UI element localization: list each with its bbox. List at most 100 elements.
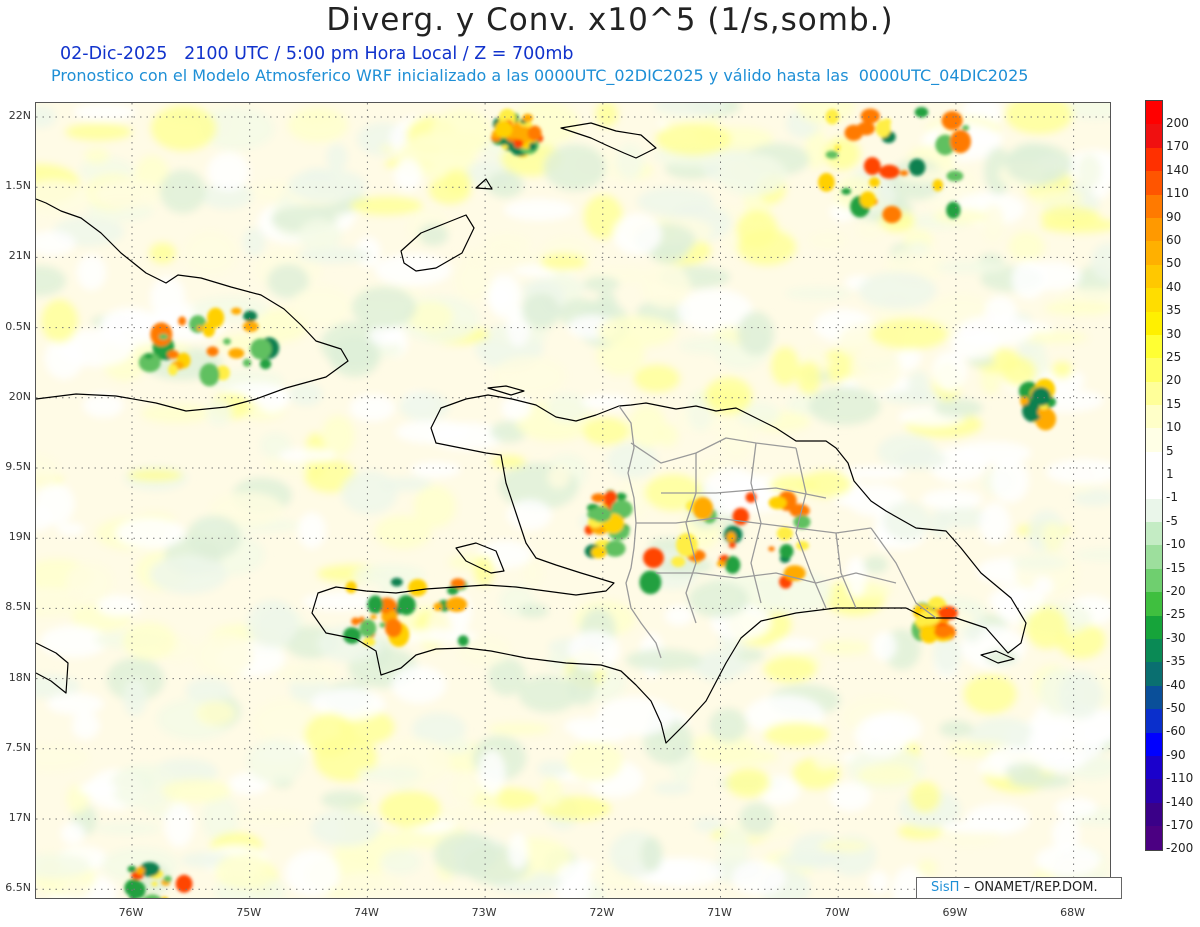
convergence-cell xyxy=(914,107,929,118)
longitude-tick-label: 69W xyxy=(942,906,968,919)
convergence-cell xyxy=(250,338,272,360)
latitude-tick-label: 20N xyxy=(8,389,31,403)
convergence-cell xyxy=(259,358,272,370)
field-patch xyxy=(84,147,110,164)
convergence-cell xyxy=(946,170,964,182)
field-patch xyxy=(207,151,250,192)
convergence-cell xyxy=(768,546,775,552)
field-patch xyxy=(883,501,930,541)
field-patch xyxy=(326,143,348,171)
field-patch xyxy=(641,263,691,309)
colorbar-label: 35 xyxy=(1166,303,1182,318)
convergence-cell xyxy=(732,507,750,526)
field-patch xyxy=(368,326,402,346)
colorbar-swatch xyxy=(1146,545,1162,569)
colorbar-label: 60 xyxy=(1166,233,1182,247)
convergence-cell xyxy=(591,493,607,503)
field-patch xyxy=(763,722,830,747)
field-patch xyxy=(1030,188,1083,207)
field-patch xyxy=(813,753,837,770)
colorbar-swatch xyxy=(1146,428,1162,452)
colorbar-label: -60 xyxy=(1166,724,1186,739)
field-patch xyxy=(194,633,253,678)
field-patch xyxy=(566,740,623,782)
longitude-tick-label: 75W xyxy=(236,906,262,919)
convergence-cell xyxy=(779,544,794,559)
convergence-cell xyxy=(946,201,961,219)
convergence-cell xyxy=(387,610,398,619)
convergence-cell xyxy=(127,865,137,873)
field-patch xyxy=(1051,361,1073,379)
field-patch xyxy=(1074,548,1110,562)
colorbar-swatch xyxy=(1146,334,1162,359)
convergence-cell xyxy=(494,120,513,138)
latitude-tick-label: 0.5N xyxy=(5,319,31,333)
convergence-cell xyxy=(825,109,840,125)
field-patch xyxy=(350,196,423,216)
convergence-cell xyxy=(882,205,902,224)
colorbar-swatch xyxy=(1146,171,1162,195)
latitude-tick-label: 19N xyxy=(8,530,31,544)
field-patch xyxy=(797,361,821,395)
field-patch xyxy=(935,260,1006,274)
colorbar-swatch xyxy=(1146,685,1162,710)
convergence-cell xyxy=(196,325,203,331)
convergence-cell xyxy=(433,602,443,611)
convergence-cell xyxy=(860,108,880,124)
field-patch xyxy=(115,517,185,549)
convergence-cell xyxy=(692,497,714,520)
field-patch xyxy=(450,771,480,804)
field-patch xyxy=(597,315,676,348)
field-patch xyxy=(1004,103,1073,135)
field-patch xyxy=(122,622,177,660)
field-patch xyxy=(297,247,371,264)
convergence-cell xyxy=(859,191,876,208)
convergence-cell xyxy=(168,364,178,376)
colorbar-swatch xyxy=(1146,709,1162,733)
field-patch xyxy=(717,827,750,864)
field-patch xyxy=(858,271,937,310)
field-patch xyxy=(872,631,897,661)
field-patch xyxy=(41,299,78,344)
colorbar-swatch xyxy=(1146,826,1162,850)
convergence-cell xyxy=(604,490,617,504)
colorbar-label: -35 xyxy=(1166,654,1186,669)
latitude-tick-label: 8.5N xyxy=(5,600,31,614)
convergence-cell xyxy=(345,581,357,594)
colorbar-swatch xyxy=(1146,147,1162,172)
convergence-cell xyxy=(161,896,168,898)
colorbar xyxy=(1145,100,1163,851)
field-patch xyxy=(1054,797,1098,818)
colorbar-swatch xyxy=(1146,475,1162,499)
colorbar-swatch xyxy=(1146,264,1162,289)
convergence-cell xyxy=(501,144,509,150)
convergence-cell xyxy=(397,595,416,616)
longitude-tick-label: 72W xyxy=(589,906,615,919)
field-patch xyxy=(518,603,549,618)
colorbar-label: -5 xyxy=(1166,513,1178,528)
field-patch xyxy=(696,649,743,683)
convergence-cell xyxy=(359,619,377,638)
convergence-cell xyxy=(178,316,187,326)
convergence-cell xyxy=(825,150,839,159)
field-patch xyxy=(543,144,606,191)
field-patch xyxy=(1051,816,1080,852)
field-patch xyxy=(933,398,983,418)
field-patch xyxy=(771,346,800,386)
colorbar-swatch xyxy=(1146,522,1162,546)
convergence-cell xyxy=(408,579,428,597)
field-patch xyxy=(664,605,694,626)
field-patch xyxy=(304,712,356,758)
field-patch xyxy=(818,839,870,853)
convergence-cell xyxy=(446,596,468,613)
field-patch xyxy=(443,738,471,754)
colorbar-swatch xyxy=(1146,124,1162,148)
field-patch xyxy=(73,103,136,121)
colorbar-label: -110 xyxy=(1166,771,1194,786)
convergence-cell xyxy=(768,496,787,510)
convergence-cell xyxy=(163,875,172,883)
colorbar-label: -30 xyxy=(1166,630,1186,645)
latitude-tick-label: 9.5N xyxy=(5,460,31,473)
convergence-cell xyxy=(370,614,377,620)
convergence-cell xyxy=(351,617,360,626)
